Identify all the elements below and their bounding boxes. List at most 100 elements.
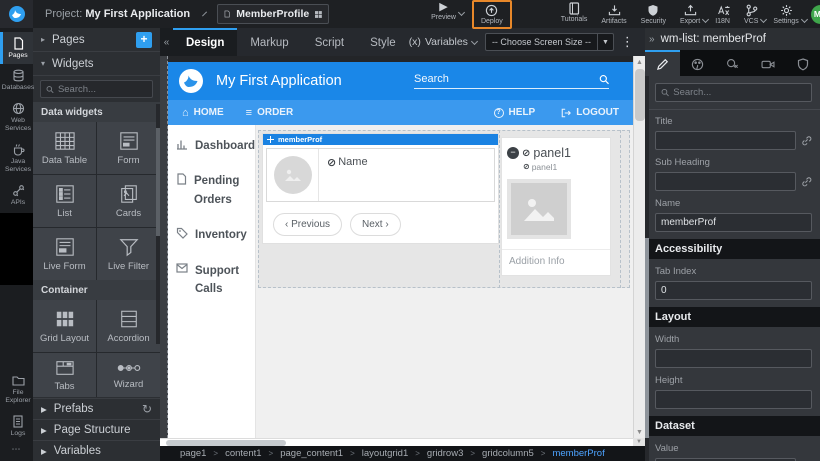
settings-button[interactable]: Settings [766,2,805,27]
scroll-down-arrow[interactable]: ▼ [634,426,645,438]
width-input[interactable] [655,349,812,368]
rail-item-web-services[interactable]: Web Services [0,97,33,138]
artifacts-button[interactable]: Artifacts [594,2,633,27]
next-page-button[interactable]: Next › [350,213,401,236]
refresh-icon[interactable]: ↻ [142,402,152,416]
property-search-input[interactable] [673,87,806,98]
previous-page-button[interactable]: ‹ Previous [273,213,342,236]
vertical-scroll-thumb[interactable] [635,69,645,121]
breadcrumb-page1[interactable]: page1 [180,448,206,459]
widget-search-input[interactable] [58,84,147,95]
nav-help[interactable]: ? HELP [494,107,536,118]
widget-grid-layout[interactable]: Grid Layout [33,300,96,352]
tab-script[interactable]: Script [302,28,357,56]
rail-more-button[interactable]: ⋯ [0,442,33,457]
list-item-picture-cell[interactable] [267,149,319,201]
security-button[interactable]: Security [634,2,673,27]
nav-order[interactable]: ≡ ORDER [246,107,294,119]
left-panel-scrollbar[interactable] [156,104,160,344]
subheading-input[interactable] [655,172,796,191]
widget-live-filter[interactable]: Live Filter [97,228,160,280]
app-search-field[interactable] [414,73,609,89]
tab-devices[interactable] [750,50,785,76]
page-selector-dropdown[interactable]: MemberProfile [217,4,329,24]
title-input[interactable] [655,131,796,150]
menu-item-dashboard[interactable]: Dashboard [176,137,247,155]
menu-item-support-calls[interactable]: Support Calls [176,262,247,299]
user-avatar[interactable]: MP [811,5,820,24]
vcs-button[interactable]: VCS [737,2,765,27]
i18n-button[interactable]: I18N [708,2,737,27]
breadcrumb-memberprof[interactable]: memberProf [552,448,604,459]
rail-item-logs[interactable]: Logs [0,410,33,442]
export-button[interactable]: Export [673,2,707,27]
databases-icon [12,69,25,82]
variables-dropdown[interactable]: (x) Variables [409,36,477,48]
scroll-up-arrow[interactable]: ▲ [634,56,645,68]
menu-item-pending-orders[interactable]: Pending Orders [176,172,247,209]
more-options-icon[interactable]: ⋮ [614,34,641,50]
right-panel-scrollbar[interactable] [645,76,649,461]
bind-link-icon[interactable] [801,176,812,187]
widget-form[interactable]: Form [97,122,160,174]
prefabs-section[interactable]: ▸ Prefabs ↻ [33,398,160,419]
tab-events[interactable] [715,50,750,76]
widget-tabs[interactable]: Tabs [33,353,96,397]
rail-item-databases[interactable]: Databases [0,64,33,96]
breadcrumb-gridcolumn5[interactable]: gridcolumn5 [482,448,534,459]
widgets-section-header[interactable]: ▾ Widgets [33,52,160,76]
rail-item-file-explorer[interactable]: File Explorer [0,370,33,410]
panel-header[interactable]: − ⊘ panel1 [502,138,610,160]
breadcrumb-gridrow3[interactable]: gridrow3 [427,448,463,459]
wavemaker-logo[interactable] [0,0,33,28]
expand-panel-icon[interactable]: » [649,34,655,45]
deploy-button[interactable]: Deploy [474,2,510,27]
app-search-input[interactable] [414,73,599,85]
bind-link-icon[interactable] [801,135,812,146]
widget-cards[interactable]: Cards [97,175,160,227]
breadcrumb-content1[interactable]: content1 [225,448,261,459]
preview-chevron-icon[interactable] [458,8,465,15]
widget-list[interactable]: List [33,175,96,227]
variables-section[interactable]: ▸ Variables [33,440,160,461]
tab-design[interactable]: Design [173,28,237,56]
breadcrumb-page-content1[interactable]: page_content1 [280,448,343,459]
canvas-vertical-scrollbar[interactable]: ▲ ▼ [633,56,645,438]
page-structure-section[interactable]: ▸ Page Structure [33,419,160,440]
tab-properties[interactable] [645,50,680,76]
list-item-template[interactable]: ⊘ Name [266,148,495,202]
app-search-icon[interactable] [599,74,609,85]
name-input[interactable] [655,213,812,232]
list-widget-header[interactable]: memberProf [263,134,498,145]
add-page-button[interactable]: + [136,32,152,48]
tutorials-button[interactable]: Tutorials [554,0,595,25]
breadcrumb-layoutgrid1[interactable]: layoutgrid1 [362,448,408,459]
rail-item-pages[interactable]: Pages [0,32,33,64]
widget-accordion[interactable]: Accordion [97,300,160,352]
widget-wizard[interactable]: Wizard [97,353,160,397]
memberprof-list-widget[interactable]: memberProf ⊘ Name [262,133,499,244]
panel-image-placeholder[interactable] [507,179,571,239]
nav-logout[interactable]: LOGOUT [561,107,619,118]
tab-markup[interactable]: Markup [237,28,301,56]
panel-collapse-icon[interactable]: − [507,147,519,159]
panel1-widget[interactable]: − ⊘ panel1 ⊘ panel1 [501,137,611,276]
widget-live-form[interactable]: Live Form [33,228,96,280]
menu-item-inventory[interactable]: Inventory [176,226,247,244]
preview-button[interactable]: ▶ Preview [424,0,463,23]
nav-home[interactable]: ⌂ HOME [182,107,224,119]
list-item-name-field[interactable]: ⊘ Name [319,149,368,201]
collapse-left-panel-button[interactable]: « [160,28,173,56]
pages-section-header[interactable]: ▸ Pages + [33,28,160,52]
rail-item-java-services[interactable]: Java Services [0,138,33,179]
move-icon[interactable] [267,136,274,143]
tab-security[interactable] [785,50,820,76]
tab-styles[interactable] [680,50,715,76]
canvas-horizontal-scrollbar[interactable] [160,438,633,446]
screen-size-select[interactable]: -- Choose Screen Size -- ▼ [485,33,614,51]
height-input[interactable] [655,390,812,409]
tab-style[interactable]: Style [357,28,409,56]
rail-item-apis[interactable]: APIs [0,179,33,211]
tabindex-input[interactable] [655,281,812,300]
widget-data-table[interactable]: Data Table [33,122,96,174]
